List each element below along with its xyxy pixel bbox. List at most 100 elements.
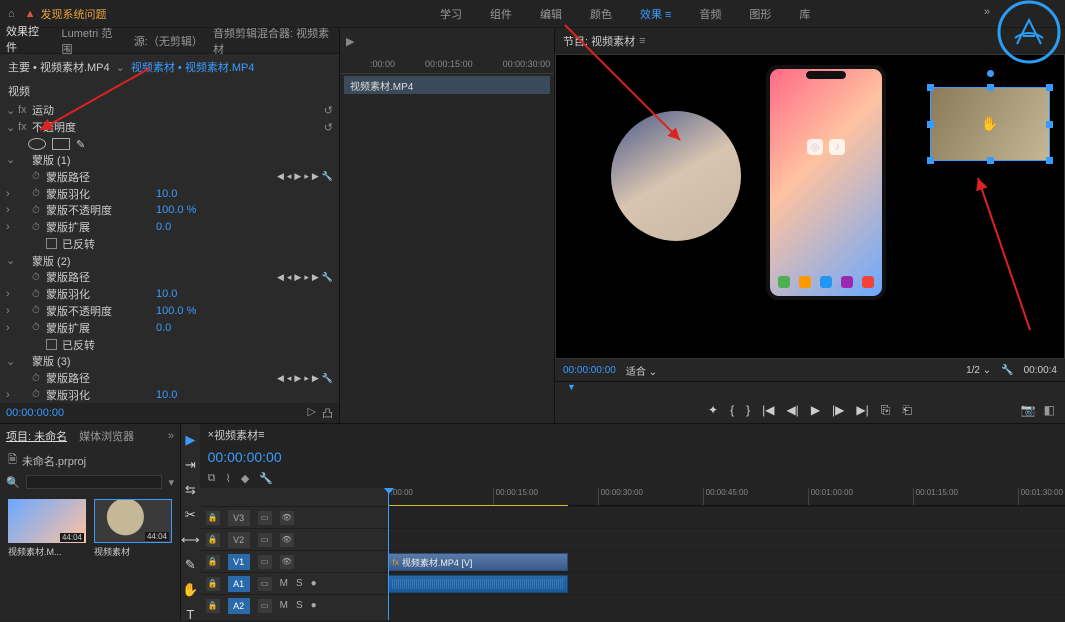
- settings-icon[interactable]: 🔧: [1001, 365, 1013, 376]
- tab-project[interactable]: 项目: 未命名: [6, 428, 67, 444]
- mask-pen-button[interactable]: ✎: [76, 138, 94, 150]
- timeline-ruler[interactable]: :00:00 00:00:15:00 00:00:30:00 00:00:45:…: [388, 488, 1065, 506]
- twirl[interactable]: ›: [6, 322, 18, 334]
- kf[interactable]: ◂: [287, 373, 292, 384]
- v1-eye[interactable]: 👁: [280, 555, 294, 569]
- v1-label[interactable]: V1: [228, 554, 250, 570]
- stopwatch-icon[interactable]: ⏱: [32, 205, 46, 216]
- tab-lumetri[interactable]: Lumetri 范围: [62, 25, 120, 57]
- a2-s[interactable]: S: [296, 600, 303, 611]
- ws-audio[interactable]: 音频: [699, 6, 721, 22]
- fx-badge-motion[interactable]: fx: [18, 104, 32, 116]
- mask1-invert-checkbox[interactable]: [46, 238, 57, 249]
- stopwatch-icon[interactable]: ⏱: [32, 373, 46, 384]
- bin-item-2[interactable]: 44:04 视频素材: [94, 499, 172, 558]
- comparison-icon[interactable]: ◧: [1044, 403, 1055, 417]
- kf[interactable]: ◀: [277, 272, 284, 283]
- stopwatch-icon[interactable]: ⏱: [32, 171, 46, 182]
- kf[interactable]: ◂: [287, 272, 292, 283]
- fx-footer-icon1[interactable]: ▷: [308, 405, 316, 421]
- home-icon[interactable]: ⌂: [8, 8, 15, 20]
- settings-icon[interactable]: 🔧: [259, 472, 273, 485]
- ws-edit[interactable]: 编辑: [540, 6, 562, 22]
- v2-eye[interactable]: 👁: [280, 533, 294, 547]
- kf-prev2[interactable]: ◂: [287, 171, 292, 182]
- mask2-opacity-value[interactable]: 100.0 %: [156, 305, 196, 317]
- v1-toggle[interactable]: ▭: [258, 555, 272, 569]
- filter-icon[interactable]: 🔍: [6, 476, 20, 489]
- a1-clip[interactable]: [388, 575, 568, 593]
- mark-in-icon[interactable]: {: [730, 403, 734, 417]
- program-menu-icon[interactable]: ≡: [639, 35, 645, 47]
- snap-icon[interactable]: ⧉: [208, 472, 216, 485]
- program-playhead[interactable]: ▼: [567, 382, 576, 392]
- overflow-icon[interactable]: »: [984, 6, 990, 18]
- stopwatch-icon[interactable]: ⏱: [32, 322, 46, 333]
- ws-graphics[interactable]: 图形: [749, 6, 771, 22]
- marker-icon[interactable]: ◆: [241, 472, 249, 485]
- step-fwd-icon[interactable]: |▶: [832, 403, 844, 417]
- slip-tool[interactable]: ⟷: [181, 532, 200, 548]
- program-ruler[interactable]: ▼: [555, 381, 1065, 397]
- v1-lane[interactable]: fx视频素材.MP4 [V]: [388, 550, 1065, 572]
- tab-audio-mixer[interactable]: 音频剪辑混合器: 视频素材: [213, 25, 333, 57]
- bc-dropdown-icon[interactable]: [116, 61, 125, 74]
- twirl[interactable]: ›: [6, 188, 18, 200]
- program-zoom-dropdown[interactable]: 1/2 ⌄: [966, 365, 991, 376]
- a2-lane[interactable]: [388, 594, 1065, 616]
- mark-out-icon[interactable]: }: [746, 403, 750, 417]
- kf[interactable]: ▸: [304, 373, 309, 384]
- a2-label[interactable]: A2: [228, 598, 250, 614]
- kf-next2[interactable]: ▶: [312, 171, 319, 182]
- twirl[interactable]: ›: [6, 305, 18, 317]
- fx-badge-opacity[interactable]: fx: [18, 121, 32, 133]
- pen-tool[interactable]: ✎: [185, 557, 196, 573]
- stopwatch-icon[interactable]: ⏱: [32, 188, 46, 199]
- ws-effects[interactable]: 效果: [640, 6, 671, 22]
- kf-prev[interactable]: ◀: [277, 171, 284, 182]
- program-tc[interactable]: 00:00:00:00: [563, 365, 616, 376]
- step-back-icon[interactable]: ◀|: [786, 403, 798, 417]
- kf[interactable]: ▶: [294, 373, 301, 384]
- v3-toggle[interactable]: ▭: [258, 511, 272, 525]
- ws-assembly[interactable]: 组件: [490, 6, 512, 22]
- twirl-mask2[interactable]: ⌄: [6, 254, 18, 267]
- twirl[interactable]: ›: [6, 221, 18, 233]
- stopwatch-icon[interactable]: ⏱: [32, 222, 46, 233]
- tab-media-browser[interactable]: 媒体浏览器: [79, 428, 134, 444]
- kf-next[interactable]: ▸: [304, 171, 309, 182]
- v2-lock[interactable]: 🔒: [206, 533, 220, 547]
- mask2-invert-checkbox[interactable]: [46, 339, 57, 350]
- stopwatch-icon[interactable]: ⏱: [32, 272, 46, 283]
- razor-tool[interactable]: ✂: [185, 507, 196, 523]
- play-icon[interactable]: ▶: [811, 403, 820, 417]
- track-select-tool[interactable]: ⇥: [185, 457, 196, 473]
- opacity-reset-icon[interactable]: ↺: [324, 121, 333, 134]
- ripple-tool[interactable]: ⇆: [185, 482, 196, 498]
- twirl-mask3[interactable]: ⌄: [6, 355, 18, 368]
- lift-icon[interactable]: ⎘: [881, 403, 891, 418]
- twirl[interactable]: ›: [6, 389, 18, 401]
- stopwatch-icon[interactable]: ⏱: [32, 389, 46, 400]
- mask2-feather-value[interactable]: 10.0: [156, 288, 177, 300]
- mask1-expand-value[interactable]: 0.0: [156, 221, 171, 233]
- ws-learn[interactable]: 学习: [440, 6, 462, 22]
- hand-tool[interactable]: ✋: [182, 582, 198, 598]
- a1-toggle[interactable]: ▭: [258, 577, 272, 591]
- v3-eye[interactable]: 👁: [280, 511, 294, 525]
- twirl-motion[interactable]: ⌄: [6, 104, 18, 117]
- ws-color[interactable]: 颜色: [590, 6, 612, 22]
- a2-rec[interactable]: ●: [311, 600, 317, 611]
- a2-toggle[interactable]: ▭: [258, 599, 272, 613]
- timeline-playhead[interactable]: [388, 488, 389, 620]
- a2-lock[interactable]: 🔒: [206, 599, 220, 613]
- v3-lock[interactable]: 🔒: [206, 511, 220, 525]
- twirl[interactable]: ›: [6, 288, 18, 300]
- mask1-feather-value[interactable]: 10.0: [156, 188, 177, 200]
- v2-toggle[interactable]: ▭: [258, 533, 272, 547]
- bin-item-1[interactable]: 44:04 视频素材.M...: [8, 499, 86, 558]
- stopwatch-icon[interactable]: ⏱: [32, 289, 46, 300]
- kf-play[interactable]: ▶: [294, 171, 301, 182]
- project-filter-input[interactable]: [26, 475, 163, 489]
- bc-sequence-link[interactable]: 视频素材 • 视频素材.MP4: [131, 59, 255, 75]
